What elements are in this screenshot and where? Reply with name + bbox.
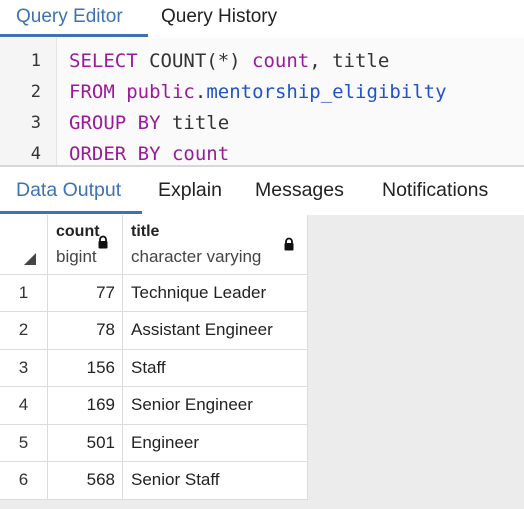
tab-query-editor[interactable]: Query Editor (16, 6, 123, 28)
tab-query-history[interactable]: Query History (161, 6, 277, 28)
query-tabs-bar: Query Editor Query History (0, 0, 524, 38)
title-cell[interactable]: Senior Staff (123, 462, 308, 500)
code-line-4[interactable]: ORDER BY count (69, 143, 229, 165)
gutter-separator (56, 38, 57, 165)
count-cell[interactable]: 501 (48, 425, 123, 462)
code-text: . (194, 81, 207, 103)
count-cell[interactable]: 568 (48, 462, 123, 500)
active-tab-indicator (0, 34, 148, 37)
code-line-1[interactable]: SELECT COUNT(*) count, title (69, 50, 389, 72)
row-number[interactable]: 5 (0, 425, 48, 462)
sql-editor[interactable]: 1 2 3 4 SELECT COUNT(*) count, title FRO… (0, 38, 524, 165)
title-cell[interactable]: Assistant Engineer (123, 312, 308, 350)
title-cell[interactable]: Technique Leader (123, 275, 308, 312)
line-number: 2 (30, 82, 41, 102)
keyword: count (171, 143, 230, 165)
code-text: title (160, 112, 230, 134)
code-line-3[interactable]: GROUP BY title (69, 112, 229, 134)
sort-triangle-icon (24, 253, 36, 265)
tab-messages[interactable]: Messages (255, 179, 344, 201)
keyword: FROM (69, 81, 115, 103)
row-header-corner[interactable] (0, 215, 48, 275)
code-text: COUNT(*) (137, 50, 253, 72)
count-cell[interactable]: 169 (48, 387, 123, 425)
row-number[interactable]: 1 (0, 275, 48, 312)
keyword: count (252, 50, 310, 72)
keyword: public (126, 81, 195, 103)
row-number[interactable]: 3 (0, 350, 48, 387)
active-tab-indicator (0, 211, 142, 214)
row-number[interactable]: 2 (0, 312, 48, 350)
column-type: bigint (56, 247, 97, 266)
table-identifier: mentorship_eligibilty (206, 81, 447, 103)
lock-icon (284, 237, 294, 251)
lock-icon (98, 235, 108, 249)
tab-explain[interactable]: Explain (158, 179, 222, 201)
results-grid: count bigint title character varying 1 7… (0, 215, 524, 509)
tab-data-output[interactable]: Data Output (16, 179, 121, 201)
line-number: 1 (30, 51, 41, 71)
keyword: SELECT (69, 50, 138, 72)
column-name: title (131, 223, 160, 240)
row-number[interactable]: 6 (0, 462, 48, 500)
count-cell[interactable]: 78 (48, 312, 123, 350)
title-cell[interactable]: Staff (123, 350, 308, 387)
line-number: 3 (30, 113, 41, 133)
column-name: count (56, 223, 100, 240)
title-cell[interactable]: Engineer (123, 425, 308, 462)
count-cell[interactable]: 156 (48, 350, 123, 387)
output-tabs-bar: Data Output Explain Messages Notificatio… (0, 167, 524, 215)
row-number[interactable]: 4 (0, 387, 48, 425)
column-header-title[interactable]: title character varying (123, 215, 308, 275)
keyword: GROUP BY (69, 112, 161, 134)
code-text: , title (309, 50, 390, 72)
keyword: ORDER BY (69, 143, 161, 165)
code-line-2[interactable]: FROM public.mentorship_eligibilty (69, 81, 447, 103)
count-cell[interactable]: 77 (48, 275, 123, 312)
tab-notifications[interactable]: Notifications (382, 179, 488, 201)
column-type: character varying (131, 247, 262, 266)
title-cell[interactable]: Senior Engineer (123, 387, 308, 425)
column-header-count[interactable]: count bigint (48, 215, 123, 275)
line-number: 4 (30, 144, 41, 164)
